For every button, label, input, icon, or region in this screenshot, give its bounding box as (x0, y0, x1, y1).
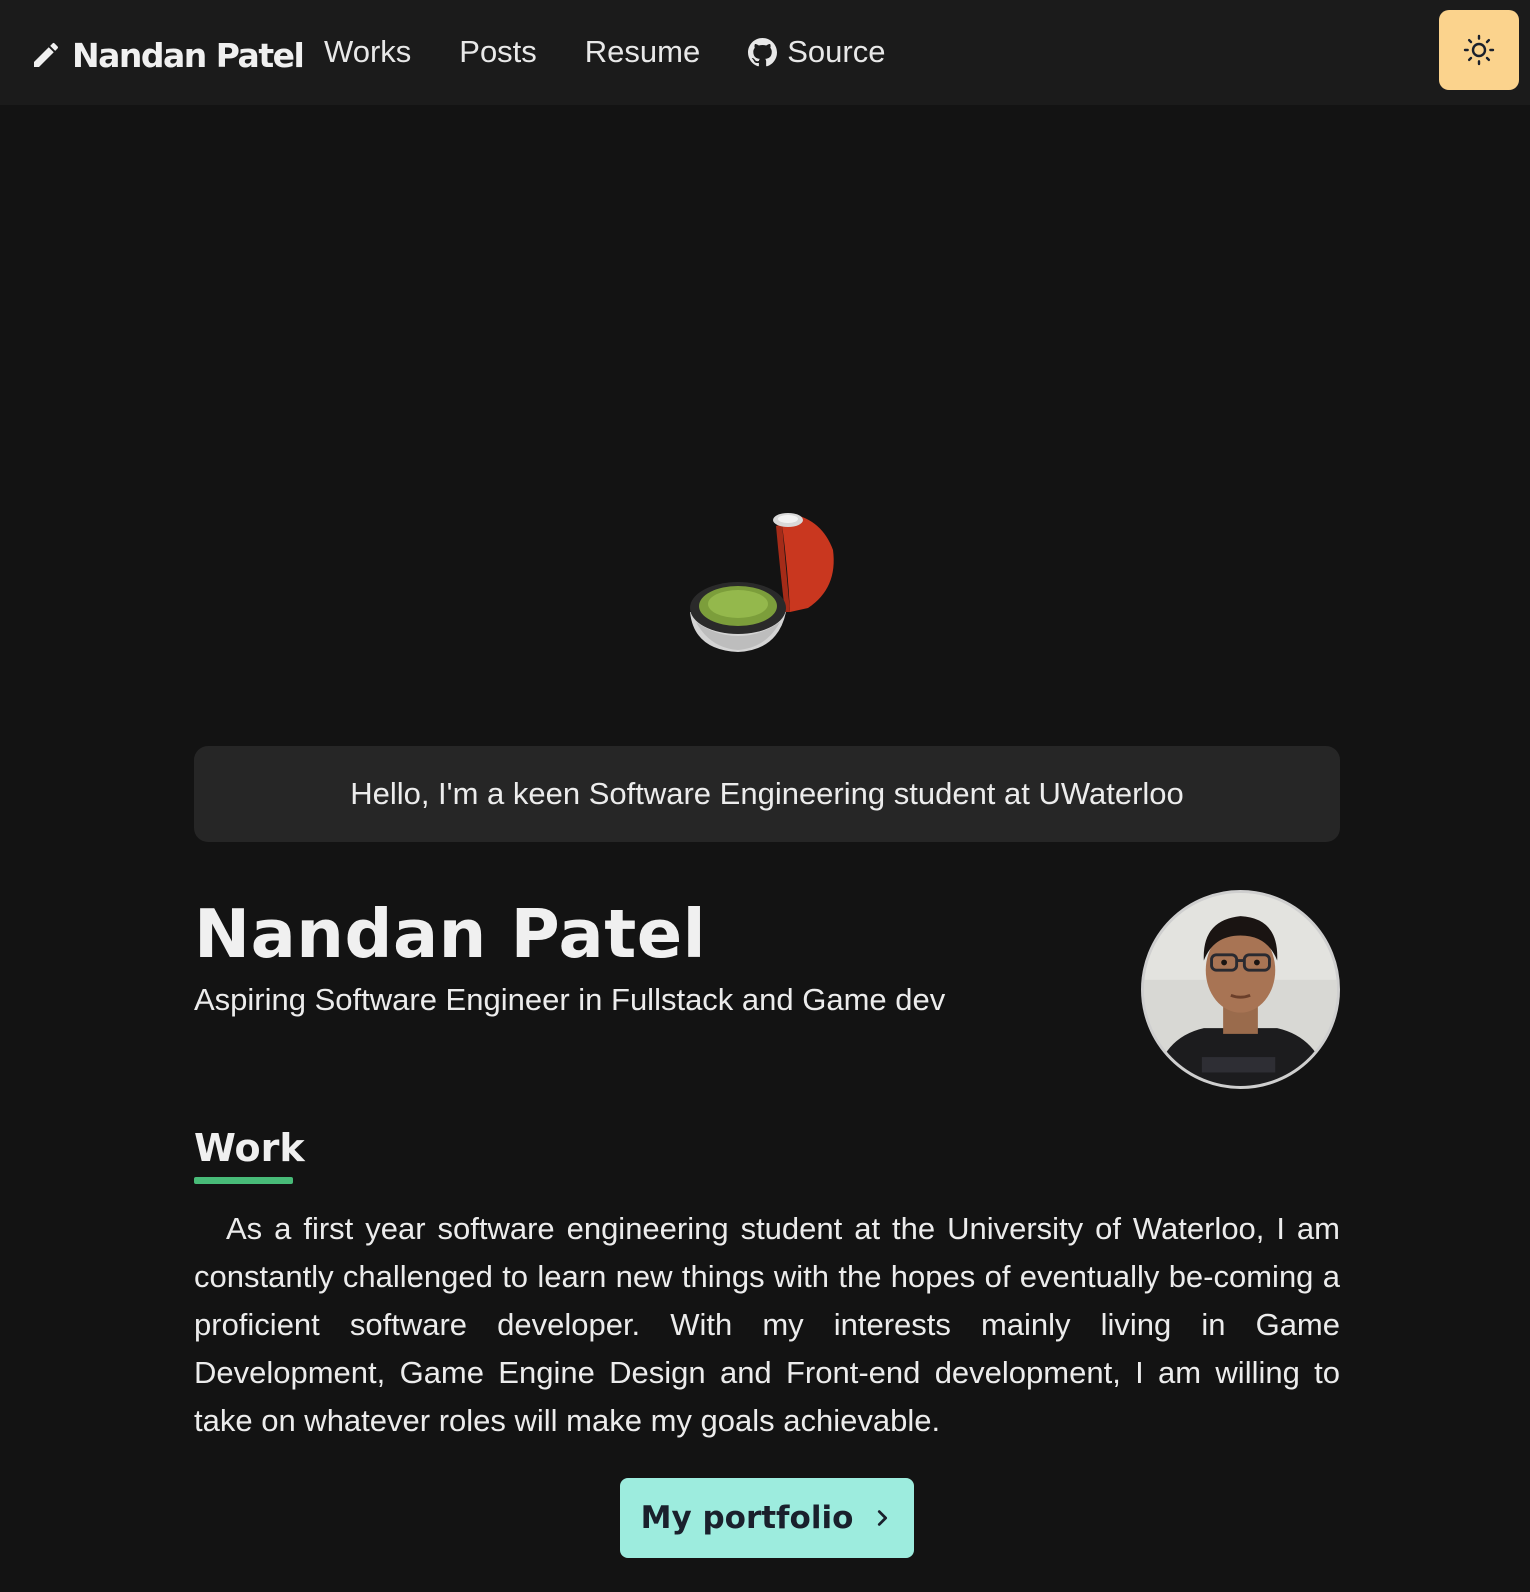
profile-name: Nandan Patel (194, 895, 707, 973)
sun-icon (1463, 34, 1495, 66)
nav-link-source[interactable]: Source (748, 34, 885, 70)
nav-link-label: Works (324, 34, 412, 69)
nav-link-label: Source (787, 34, 886, 69)
nav-links: Works Posts Resume Source (324, 28, 933, 76)
work-heading: Work (194, 1126, 305, 1170)
logo-link[interactable]: Nandan Patel (30, 30, 305, 80)
work-heading-underline (194, 1177, 293, 1184)
navbar: Nandan Patel Works Posts Resume Source (0, 0, 1530, 105)
portfolio-button-label: My portfolio (640, 1500, 854, 1536)
nav-link-label: Resume (584, 34, 701, 69)
avatar (1141, 890, 1340, 1089)
theme-toggle-button[interactable] (1439, 10, 1519, 90)
chevron-right-icon (878, 1510, 888, 1526)
nav-link-label: Posts (459, 34, 537, 69)
work-description: As a first year software engineering stu… (194, 1211, 1340, 1438)
voxel-pokeball-open-icon (690, 513, 834, 652)
profile-tagline: Aspiring Software Engineer in Fullstack … (194, 982, 946, 1017)
logo-text: Nandan Patel (72, 35, 305, 75)
profile-photo (1144, 893, 1337, 1086)
portfolio-button[interactable]: My portfolio (620, 1478, 914, 1558)
voxel-pokeball-model[interactable] (690, 510, 850, 660)
github-icon (748, 37, 778, 66)
nav-link-posts[interactable]: Posts (459, 34, 537, 70)
pencil-icon (34, 42, 59, 67)
greeting-banner: Hello, I'm a keen Software Engineering s… (194, 746, 1340, 842)
nav-link-resume[interactable]: Resume (585, 34, 700, 70)
nav-link-works[interactable]: Works (324, 34, 411, 70)
